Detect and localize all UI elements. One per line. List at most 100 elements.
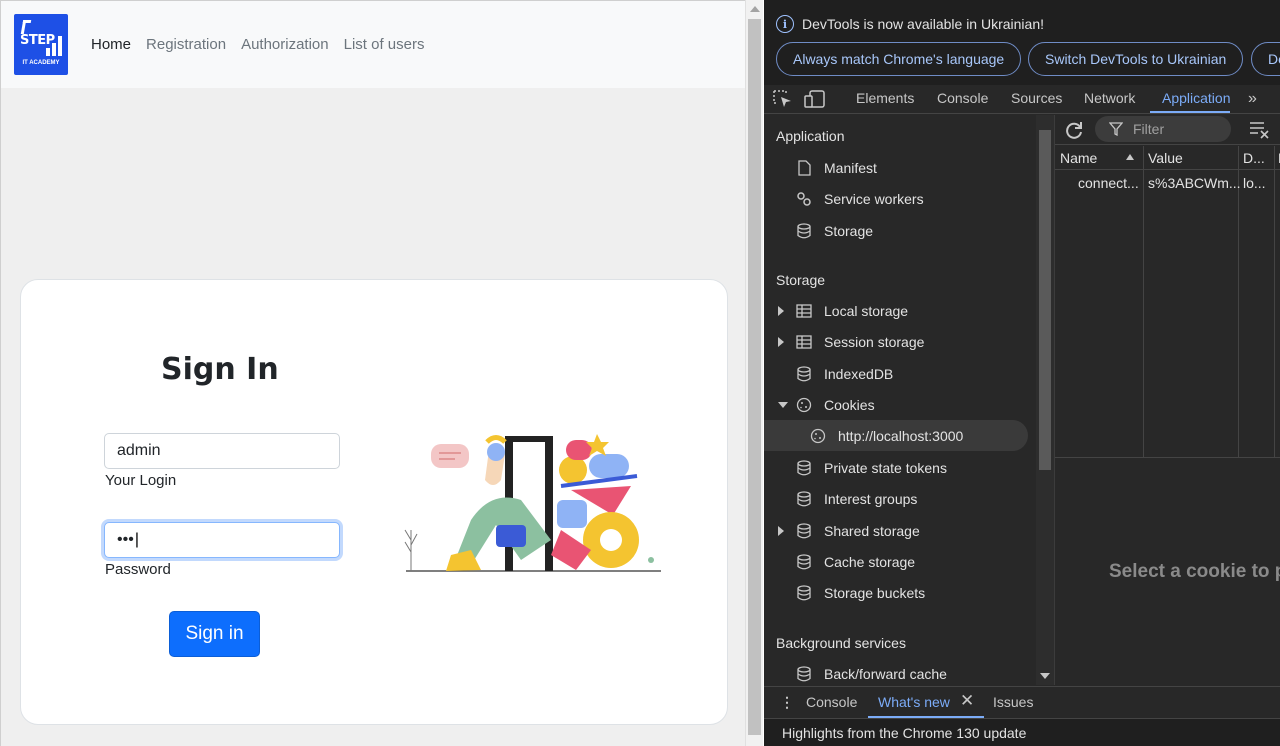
- sidebar-item-private-state-tokens[interactable]: Private state tokens: [764, 452, 1036, 483]
- nav-links: Home Registration Authorization List of …: [91, 36, 425, 53]
- password-label: Password: [105, 561, 171, 578]
- filter-icon: [1109, 122, 1123, 136]
- device-toolbar-icon[interactable]: [804, 89, 826, 109]
- file-icon: [798, 159, 811, 176]
- gears-icon: [797, 191, 811, 206]
- section-application: Application: [776, 128, 845, 144]
- column-name[interactable]: Name: [1060, 150, 1097, 166]
- more-tabs-chevron-icon[interactable]: »: [1248, 90, 1257, 108]
- empty-preview-message: Select a cookie to preview its value: [1109, 561, 1280, 582]
- navbar: STEP IT ACADEMY Home Registration Author…: [1, 1, 745, 88]
- database-icon: [797, 665, 811, 681]
- nav-link-list-of-users[interactable]: List of users: [344, 36, 425, 53]
- expand-arrow-icon[interactable]: [778, 525, 784, 536]
- sidebar-item-indexeddb[interactable]: IndexedDB: [764, 358, 1036, 389]
- section-storage: Storage: [776, 272, 826, 288]
- cookie-icon: [810, 428, 826, 443]
- table-icon: [796, 334, 812, 349]
- sidebar-scrollbar-thumb[interactable]: [1039, 130, 1051, 470]
- collapse-arrow-icon[interactable]: [778, 401, 788, 408]
- inspect-element-icon[interactable]: [772, 89, 794, 109]
- page-title: Sign In: [161, 352, 279, 387]
- sidebar-item-manifest[interactable]: Manifest: [764, 152, 1036, 183]
- active-tab-indicator: [1150, 111, 1230, 113]
- devtools-tabbar: Elements Console Sources Network Applica…: [764, 85, 1280, 114]
- info-icon: i: [776, 15, 794, 33]
- column-domain[interactable]: D...: [1243, 150, 1265, 166]
- database-icon: [797, 553, 811, 569]
- cookies-table: Name Value D... E connect... s%3ABCWm...…: [1055, 146, 1280, 458]
- password-input[interactable]: ••• |: [104, 522, 340, 558]
- infobar-message: DevTools is now available in Ukrainian!: [802, 16, 1045, 32]
- scroll-down-arrow-icon[interactable]: [1040, 673, 1050, 679]
- close-tab-icon[interactable]: ✕: [960, 691, 974, 711]
- nav-link-home[interactable]: Home: [91, 36, 131, 53]
- sidebar-item-shared-storage[interactable]: Shared storage: [764, 515, 1036, 546]
- sidebar-item-storage-buckets[interactable]: Storage buckets: [764, 577, 1036, 608]
- cookies-pane: Filter Name Value D... E connect... s%3A…: [1054, 115, 1280, 685]
- sidebar-scrollbar[interactable]: [1036, 115, 1054, 685]
- scroll-up-arrow-icon[interactable]: [750, 6, 760, 12]
- devtools-infobar: i DevTools is now available in Ukrainian…: [764, 0, 1280, 87]
- database-icon: [797, 584, 811, 600]
- cookie-value-cell[interactable]: s%3ABCWm...: [1148, 175, 1241, 191]
- sign-in-button[interactable]: Sign in: [169, 611, 260, 657]
- expand-arrow-icon[interactable]: [778, 336, 784, 347]
- database-icon: [797, 522, 811, 538]
- browser-page: STEP IT ACADEMY Home Registration Author…: [0, 0, 745, 746]
- expand-arrow-icon[interactable]: [778, 305, 784, 316]
- tab-sources[interactable]: Sources: [1011, 90, 1062, 106]
- login-input[interactable]: admin: [104, 433, 340, 469]
- nav-link-authorization[interactable]: Authorization: [241, 36, 329, 53]
- refresh-icon[interactable]: [1063, 119, 1085, 141]
- table-icon: [796, 303, 812, 318]
- column-value[interactable]: Value: [1148, 150, 1183, 166]
- match-language-button[interactable]: Always match Chrome's language: [776, 42, 1022, 76]
- scrollbar-thumb[interactable]: [748, 19, 761, 735]
- tab-elements[interactable]: Elements: [856, 90, 914, 106]
- cookie-name-cell[interactable]: connect...: [1078, 175, 1139, 191]
- clear-all-icon[interactable]: [1249, 120, 1271, 140]
- section-background-services: Background services: [776, 635, 906, 651]
- page-scrollbar[interactable]: [745, 0, 763, 746]
- sidebar-item-cookies[interactable]: Cookies: [764, 389, 1036, 420]
- step-logo[interactable]: STEP IT ACADEMY: [14, 14, 68, 75]
- drawer-tab-console[interactable]: Console: [806, 694, 857, 710]
- cookie-icon: [796, 397, 812, 412]
- switch-language-button[interactable]: Switch DevTools to Ukrainian: [1028, 42, 1244, 76]
- sidebar-item-service-workers[interactable]: Service workers: [764, 183, 1036, 214]
- drawer-tab-issues[interactable]: Issues: [993, 694, 1033, 710]
- sidebar-item-localhost-cookies[interactable]: http://localhost:3000: [764, 420, 1028, 451]
- whats-new-headline[interactable]: Highlights from the Chrome 130 update: [782, 725, 1026, 741]
- sort-ascending-icon: [1126, 154, 1134, 160]
- logo-bars: [46, 34, 64, 56]
- whats-new-content: Highlights from the Chrome 130 update: [764, 718, 1280, 746]
- nav-link-registration[interactable]: Registration: [146, 36, 226, 53]
- tab-network[interactable]: Network: [1084, 90, 1135, 106]
- database-icon: [797, 365, 811, 381]
- sign-in-card: Sign In admin Your Login ••• | Password S…: [20, 279, 728, 725]
- logo-figure: [20, 20, 32, 34]
- login-label: Your Login: [105, 472, 177, 489]
- cookie-filter-input[interactable]: Filter: [1095, 116, 1231, 142]
- drawer-menu-icon[interactable]: ⋮: [780, 694, 794, 711]
- password-value: •••: [117, 531, 134, 548]
- sidebar-item-back-forward-cache[interactable]: Back/forward cache: [764, 658, 1036, 689]
- tab-console[interactable]: Console: [937, 90, 988, 106]
- sidebar-item-interest-groups[interactable]: Interest groups: [764, 483, 1036, 514]
- drawer-tab-whats-new[interactable]: What's new: [878, 694, 950, 710]
- sidebar-item-session-storage[interactable]: Session storage: [764, 326, 1036, 357]
- sign-in-illustration: [404, 434, 661, 572]
- logo-subtext: IT ACADEMY: [22, 60, 60, 66]
- database-icon: [797, 490, 811, 506]
- cookie-domain-cell[interactable]: lo...: [1243, 175, 1266, 191]
- sidebar-item-cache-storage[interactable]: Cache storage: [764, 546, 1036, 577]
- cookies-toolbar: Filter: [1055, 115, 1280, 145]
- devtools-panel: i DevTools is now available in Ukrainian…: [764, 0, 1280, 746]
- dont-show-again-button[interactable]: Don't show again: [1251, 42, 1280, 76]
- tab-application[interactable]: Application: [1162, 90, 1231, 106]
- database-icon: [797, 459, 811, 475]
- sidebar-item-storage[interactable]: Storage: [764, 215, 1036, 246]
- sidebar-item-local-storage[interactable]: Local storage: [764, 295, 1036, 326]
- devtools-drawer-tabbar: ⋮ Console What's new ✕ Issues: [764, 686, 1280, 718]
